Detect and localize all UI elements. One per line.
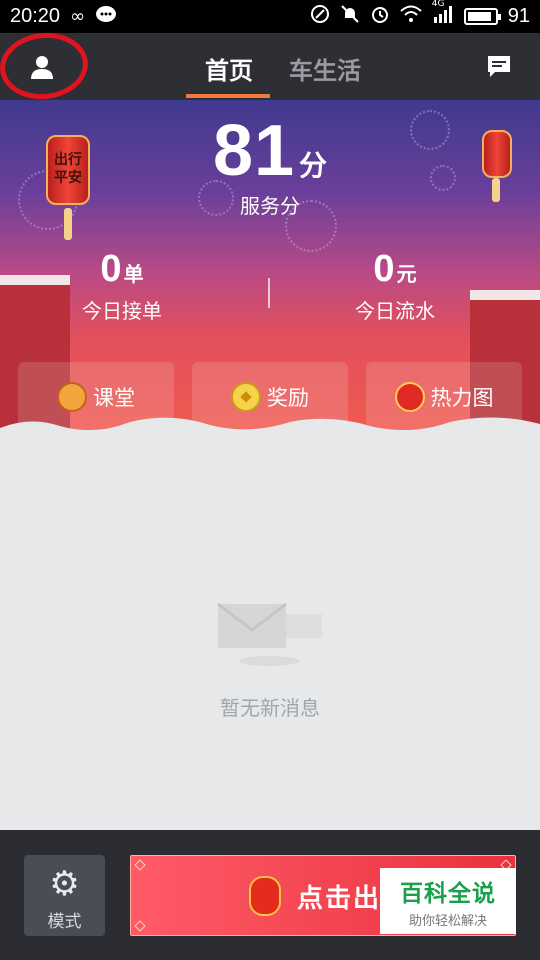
monkey-icon [57, 382, 87, 412]
hero-banner: 出行平安 81 分 服务分 0单 今日接单 0元 今日流水 课堂 奖励 热力图 [0, 100, 540, 430]
profile-button[interactable] [22, 47, 62, 87]
score-value: 81 [212, 111, 296, 191]
orders-value: 0 [100, 248, 122, 290]
chat-bubble-icon [95, 5, 117, 29]
tab-car-life[interactable]: 车生活 [289, 51, 361, 86]
reward-label: 奖励 [267, 386, 309, 410]
watermark-title: 百科全说 [400, 881, 496, 907]
alarm-icon [370, 4, 390, 29]
today-orders[interactable]: 0单 今日接单 [22, 248, 222, 324]
orders-unit: 单 [123, 262, 144, 286]
status-bar: 20:20 ∞ 4G 91 [0, 0, 540, 33]
stat-divider [268, 278, 270, 308]
today-revenue[interactable]: 0元 今日流水 [295, 248, 495, 324]
top-nav: 首页 车生活 [0, 28, 540, 104]
messages-button[interactable] [486, 53, 512, 79]
mode-label: 模式 [47, 912, 82, 932]
corner-ornament [134, 920, 146, 932]
signal-icon: 4G [432, 0, 454, 28]
start-driving-label: 点击出 [297, 884, 382, 914]
network-type: 4G [431, 0, 445, 9]
revenue-unit: 元 [396, 262, 417, 286]
battery-percent: 91 [507, 5, 530, 27]
revenue-value: 0 [373, 248, 395, 290]
empty-message-text: 暂无新消息 [220, 696, 320, 720]
nfc-icon [310, 4, 330, 29]
envelope-icon [217, 602, 322, 666]
service-score[interactable]: 81 分 [0, 110, 540, 192]
clock: 20:20 [10, 5, 61, 27]
corner-ornament [134, 859, 146, 871]
score-unit: 分 [299, 149, 328, 182]
lantern-icon [249, 876, 281, 916]
mode-button[interactable]: ⚙ 模式 [24, 855, 105, 936]
infinity-icon: ∞ [70, 5, 86, 27]
user-icon [31, 56, 53, 79]
message-icon [488, 56, 510, 77]
revenue-label: 今日流水 [355, 299, 435, 323]
message-list: 暂无新消息 [0, 430, 540, 830]
score-label: 服务分 [240, 194, 300, 218]
heatmap-label: 热力图 [430, 386, 494, 410]
coin-icon [231, 382, 261, 412]
orders-label: 今日接单 [82, 299, 162, 323]
watermark: 百科全说 助你轻松解决 [380, 868, 516, 934]
mute-icon [340, 4, 360, 29]
classroom-label: 课堂 [93, 386, 135, 410]
tab-home[interactable]: 首页 [205, 51, 253, 86]
watermark-subtitle: 助你轻松解决 [408, 914, 487, 929]
wifi-icon [400, 5, 422, 28]
battery-icon [463, 8, 501, 25]
tab-active-indicator [186, 94, 270, 98]
gear-icon: ⚙ [49, 864, 80, 904]
